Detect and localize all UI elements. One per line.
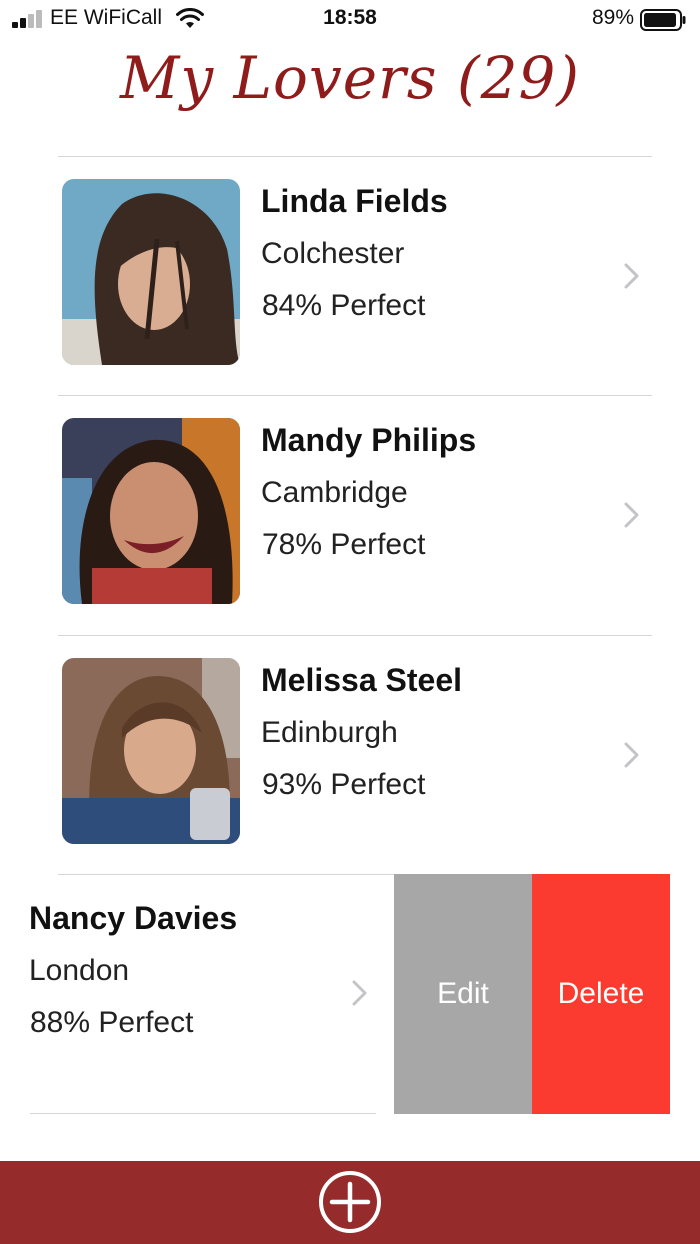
chevron-right-icon — [352, 980, 367, 1006]
match-percentage: 93% Perfect — [262, 768, 426, 801]
page-title: My Lovers (29) — [119, 44, 581, 112]
chevron-right-icon — [624, 502, 639, 528]
plus-circle-icon[interactable] — [318, 1170, 382, 1234]
lover-city: Colchester — [261, 237, 405, 270]
lover-city: Cambridge — [261, 476, 408, 509]
battery-icon — [640, 9, 686, 31]
bottom-toolbar — [0, 1161, 700, 1244]
delete-button[interactable]: Delete — [532, 874, 670, 1114]
lover-row[interactable]: Mandy Philips Cambridge 78% Perfect — [0, 396, 700, 634]
chevron-right-icon — [624, 742, 639, 768]
avatar — [62, 418, 240, 604]
avatar — [62, 179, 240, 365]
lover-row[interactable]: Melissa Steel Edinburgh 93% Perfect — [0, 636, 700, 874]
swiped-lover-row[interactable]: Nancy Davies London 88% Perfect Edit Del… — [0, 874, 700, 1114]
match-percentage: 88% Perfect — [30, 1006, 194, 1039]
divider — [30, 1113, 376, 1114]
lover-name: Melissa Steel — [261, 662, 462, 698]
edit-button[interactable]: Edit — [394, 874, 532, 1114]
lover-name: Mandy Philips — [261, 422, 477, 458]
match-percentage: 78% Perfect — [262, 528, 426, 561]
lover-name: Nancy Davies — [29, 900, 238, 936]
lover-city: Edinburgh — [261, 716, 398, 749]
match-percentage: 84% Perfect — [262, 289, 426, 322]
chevron-right-icon — [624, 263, 639, 289]
lover-row[interactable]: Linda Fields Colchester 84% Perfect — [0, 157, 700, 395]
lover-name: Linda Fields — [261, 183, 448, 219]
avatar — [62, 658, 240, 844]
battery-percentage: 89% — [591, 6, 634, 29]
status-bar: EE WiFiCall 18:58 89% — [0, 0, 700, 40]
lover-city: London — [29, 954, 130, 987]
